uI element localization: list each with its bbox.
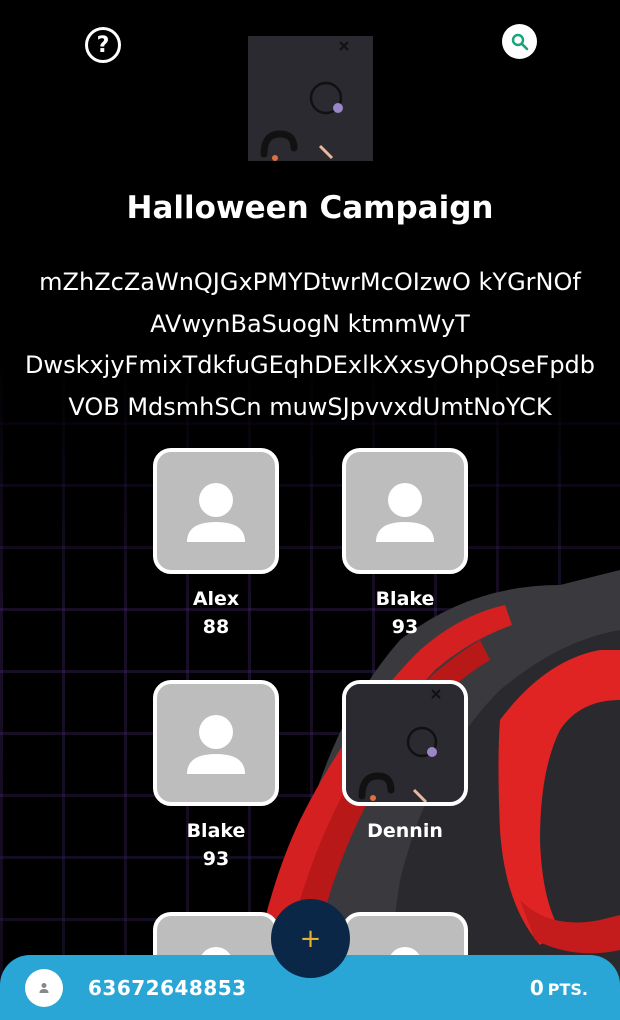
add-button[interactable]: + — [271, 899, 350, 978]
player-avatar[interactable] — [153, 448, 279, 574]
description-line: VOB MdsmhSCn muwSJpvvxdUmtNoYCK — [68, 392, 552, 421]
description-line: mZhZcZaWnQJGxPMYDtwrMcOIzwO kYGrNOf — [39, 268, 581, 296]
player-card[interactable]: Blake 93 — [153, 680, 279, 870]
player-card[interactable]: Dennin — [342, 680, 468, 848]
player-score: 88 — [202, 616, 230, 638]
plus-icon: + — [299, 923, 322, 954]
user-icon — [376, 483, 434, 542]
points-unit: PTS. — [547, 980, 588, 999]
user-icon — [187, 483, 245, 542]
user-icon — [39, 983, 49, 993]
search-button[interactable] — [502, 24, 537, 59]
player-avatar[interactable] — [342, 448, 468, 574]
player-card[interactable]: Blake 93 — [342, 448, 468, 638]
player-avatar[interactable] — [342, 680, 468, 806]
player-name: Alex — [192, 588, 240, 610]
campaign-title: Halloween Campaign — [126, 190, 494, 226]
campaign-description: mZhZcZaWnQJGxPMYDtwrMcOIzwO kYGrNOf AVwy… — [0, 262, 620, 428]
help-button[interactable]: ? — [85, 27, 121, 63]
avatar-image — [346, 684, 464, 802]
description-line: DwskxjyFmixTdkfuGEqhDExlkXxsyOhpQseFpdb — [24, 351, 596, 379]
user-icon — [187, 715, 245, 774]
search-icon — [511, 33, 528, 50]
player-card[interactable]: Alex 88 — [153, 448, 279, 638]
player-name: Blake — [186, 820, 246, 842]
player-avatar[interactable] — [153, 680, 279, 806]
points-display: 0 PTS. — [530, 976, 588, 1000]
campaign-logo — [248, 36, 373, 161]
points-value: 0 — [529, 976, 544, 1000]
player-score: 93 — [202, 848, 230, 870]
user-phone: 63672648853 — [88, 976, 247, 1000]
player-score: 93 — [391, 616, 419, 638]
player-name: Blake — [375, 588, 435, 610]
user-avatar[interactable] — [25, 969, 63, 1007]
description-line: AVwynBaSuogN ktmmWyT — [150, 309, 470, 338]
player-name: Dennin — [367, 820, 443, 842]
